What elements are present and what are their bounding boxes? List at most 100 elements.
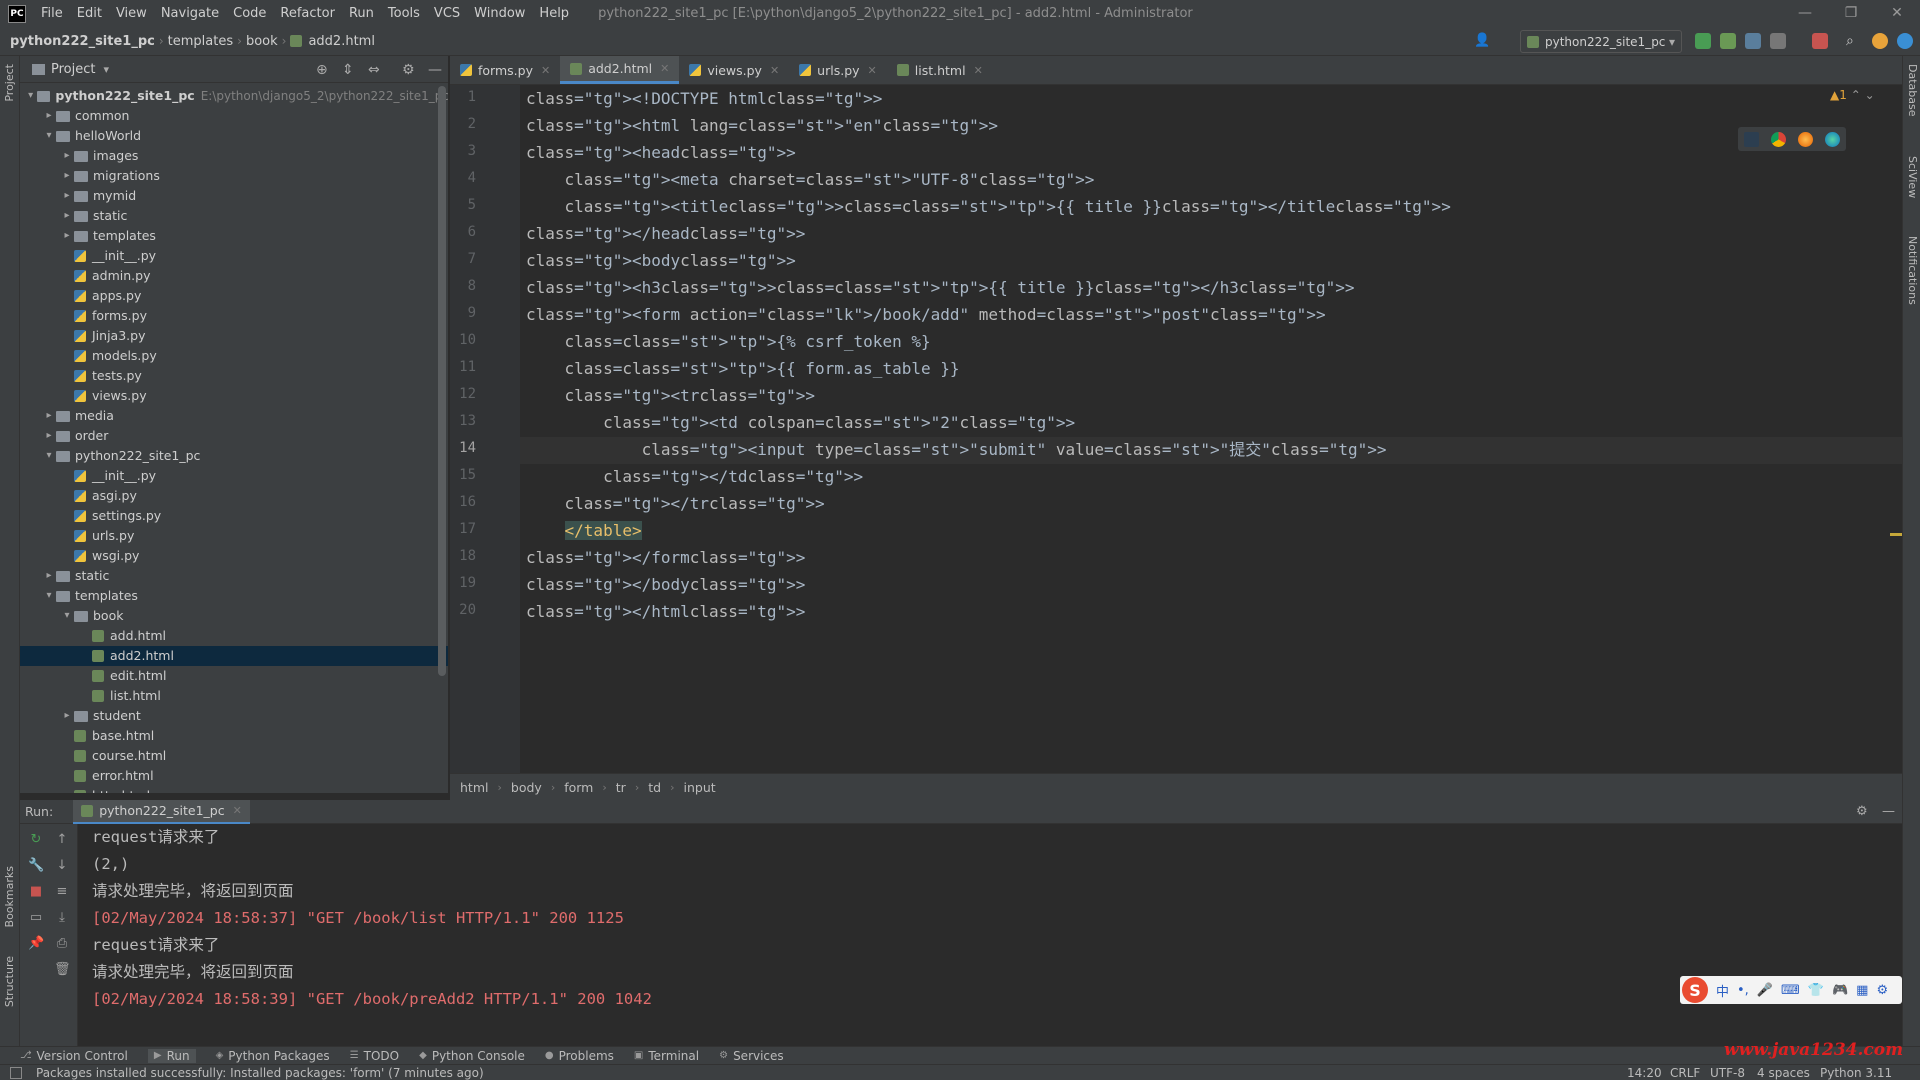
close-icon[interactable]: ✕ — [660, 62, 669, 75]
code-line[interactable]: class=class="st">"tp">{{ form.as_table }… — [526, 355, 960, 382]
database-tool-window-label[interactable]: Database — [1906, 64, 1919, 117]
code-line[interactable]: class="tg"><h3class="tg">>class=class="s… — [526, 274, 1355, 301]
chevron-right-icon[interactable]: ▸ — [60, 206, 74, 226]
code-line[interactable]: class="tg"></headclass="tg">> — [526, 220, 805, 247]
nav-crumb[interactable]: python222_site1_pc — [6, 34, 159, 49]
tree-item[interactable]: ▸ common — [20, 106, 448, 126]
gear-icon[interactable]: ⚙ — [1876, 983, 1888, 998]
tree-item[interactable]: http.html — [20, 786, 448, 793]
gear-icon[interactable]: ⚙ — [402, 62, 415, 78]
menu-tools[interactable]: Tools — [381, 0, 427, 27]
code-line[interactable]: class="tg"></bodyclass="tg">> — [526, 571, 805, 598]
tool-window-version-control[interactable]: ⎇ Version Control — [20, 1049, 128, 1063]
tool-window-problems[interactable]: ● Problems — [545, 1049, 614, 1063]
code-editor[interactable]: 1 2 3 4 5 6 7 8 9 10 11 12 13 14 15 16 17 18 19 20 class="t… — [450, 85, 1902, 773]
tree-item[interactable]: settings.py — [20, 506, 448, 526]
chevron-right-icon[interactable]: ▸ — [60, 706, 74, 726]
nav-crumb[interactable]: book — [242, 34, 282, 49]
tree-item[interactable]: tests.py — [20, 366, 448, 386]
edge-icon[interactable] — [1825, 131, 1840, 147]
chevron-down-icon[interactable]: ▾ — [42, 446, 56, 466]
tree-item[interactable]: ▸ migrations — [20, 166, 448, 186]
chevron-right-icon[interactable]: ▸ — [42, 406, 56, 426]
code-line[interactable]: class="tg"><bodyclass="tg">> — [526, 247, 796, 274]
tree-item[interactable]: ▾ python222_site1_pc — [20, 446, 448, 466]
minimize-button[interactable]: — — [1782, 0, 1828, 27]
hide-panel-icon[interactable]: — — [1882, 804, 1895, 819]
stop-icon[interactable]: ■ — [28, 884, 44, 900]
chevron-right-icon[interactable]: ▸ — [60, 166, 74, 186]
code-line[interactable]: class="tg"></tdclass="tg">> — [526, 463, 863, 490]
chevron-right-icon[interactable]: ▸ — [60, 186, 74, 206]
tool-window-todo[interactable]: ☰ TODO — [350, 1049, 399, 1063]
close-icon[interactable]: ✕ — [974, 64, 983, 77]
editor-tab[interactable]: urls.py ✕ — [789, 56, 887, 84]
rerun-icon[interactable] — [1695, 33, 1711, 49]
tool-window-terminal[interactable]: ▣ Terminal — [634, 1049, 699, 1063]
wrench-icon[interactable]: 🔧 — [28, 858, 44, 874]
tree-item[interactable]: list.html — [20, 686, 448, 706]
tree-item[interactable]: models.py — [20, 346, 448, 366]
code-line[interactable]: class="tg"></trclass="tg">> — [526, 490, 825, 517]
tool-window-python-packages[interactable]: ◈ Python Packages — [216, 1049, 330, 1063]
tree-item[interactable]: forms.py — [20, 306, 448, 326]
tree-item[interactable]: apps.py — [20, 286, 448, 306]
soft-wrap-icon[interactable]: ≡ — [54, 884, 70, 900]
tree-item[interactable]: base.html — [20, 726, 448, 746]
firefox-icon[interactable] — [1798, 131, 1813, 147]
menu-vcs[interactable]: VCS — [427, 0, 467, 27]
scroll-to-end-icon[interactable]: ⤓ — [54, 910, 70, 926]
chevron-down-icon[interactable]: ▾ — [42, 586, 56, 606]
sogou-logo-icon[interactable]: S — [1682, 977, 1708, 1003]
run-configuration-select[interactable]: python222_site1_pc ▾ — [1520, 30, 1682, 53]
scroll-down-icon[interactable]: ↓ — [54, 858, 70, 874]
menu-file[interactable]: File — [34, 0, 70, 27]
nav-crumb[interactable]: templates — [164, 34, 237, 49]
breadcrumb-item[interactable]: input — [683, 780, 715, 795]
tree-root[interactable]: ▾ python222_site1_pc E:\python\django5_2… — [20, 86, 448, 106]
breadcrumb-item[interactable]: form — [564, 780, 593, 795]
menu-refactor[interactable]: Refactor — [273, 0, 342, 27]
tree-item[interactable]: __init__.py — [20, 246, 448, 266]
locate-file-icon[interactable]: ⊕ — [316, 62, 328, 78]
tree-item[interactable]: add2.html — [20, 646, 448, 666]
tree-item[interactable]: urls.py — [20, 526, 448, 546]
tree-item[interactable]: ▸ static — [20, 206, 448, 226]
tool-window-python-console[interactable]: ◆ Python Console — [419, 1049, 525, 1063]
tree-item[interactable]: admin.py — [20, 266, 448, 286]
code-line[interactable]: class="tg"><trclass="tg">> — [526, 382, 815, 409]
run-tab[interactable]: python222_site1_pc ✕ — [73, 799, 250, 824]
status-message[interactable]: Packages installed successfully: Install… — [36, 1066, 484, 1080]
code-line[interactable]: class="tg"><meta charset=class="st">"UTF… — [526, 166, 1095, 193]
scroll-marker[interactable] — [1890, 533, 1902, 536]
tree-item[interactable]: error.html — [20, 766, 448, 786]
project-tool-window-label[interactable]: Project — [3, 64, 16, 102]
caret-position[interactable]: 14:20 — [1627, 1065, 1662, 1080]
microphone-icon[interactable]: 🎤 — [1757, 983, 1773, 998]
warning-indicator[interactable]: ▲1 ⌃ ⌄ — [1830, 88, 1875, 102]
project-panel-title[interactable]: Project — [51, 62, 95, 77]
apps-grid-icon[interactable]: ▦ — [1856, 983, 1868, 998]
chevron-right-icon[interactable]: ▸ — [60, 146, 74, 166]
close-window-button[interactable]: ✕ — [1874, 0, 1920, 27]
chevron-down-icon[interactable]: ▾ — [24, 86, 37, 106]
tree-item[interactable]: Jinja3.py — [20, 326, 448, 346]
tree-item[interactable]: edit.html — [20, 666, 448, 686]
menu-navigate[interactable]: Navigate — [154, 0, 226, 27]
breadcrumb-item[interactable]: tr — [616, 780, 626, 795]
chrome-icon[interactable] — [1771, 131, 1786, 147]
tree-item[interactable]: add.html — [20, 626, 448, 646]
indent-setting[interactable]: 4 spaces — [1757, 1065, 1810, 1080]
notifications-tool-window-label[interactable]: Notifications — [1906, 236, 1919, 305]
gear-icon[interactable]: ⚙ — [1856, 804, 1868, 819]
breadcrumb-item[interactable]: td — [648, 780, 661, 795]
code-line[interactable]: class="tg"><input type=class="st">"submi… — [526, 436, 1387, 463]
run-console-output[interactable]: request请求来了 (2,) 请求处理完毕，将返回到页面 [02/May/2024… — [78, 824, 1902, 1046]
chevron-right-icon[interactable]: ▸ — [60, 226, 74, 246]
editor-tab[interactable]: views.py ✕ — [679, 56, 789, 84]
editor-tab[interactable]: list.html ✕ — [887, 56, 993, 84]
line-separator[interactable]: CRLF — [1670, 1065, 1700, 1080]
close-icon[interactable]: ✕ — [868, 64, 877, 77]
chevron-down-icon[interactable]: ▾ — [42, 126, 56, 146]
structure-tool-window-label[interactable]: Structure — [3, 956, 16, 1007]
